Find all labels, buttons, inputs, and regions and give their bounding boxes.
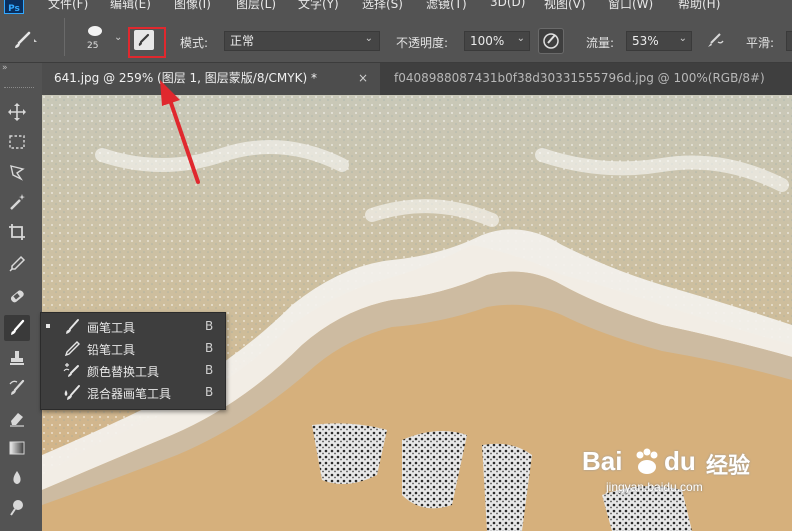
- flow-label: 流量:: [586, 36, 615, 50]
- gradient-tool[interactable]: [4, 435, 30, 461]
- watermark-brand: Bai: [582, 446, 623, 476]
- mode-select[interactable]: 正常 ⌄: [224, 31, 380, 51]
- menu-select[interactable]: 选择(S): [362, 0, 403, 12]
- magic-wand-tool[interactable]: [4, 189, 30, 215]
- brush-tool[interactable]: [4, 315, 30, 341]
- healing-brush-tool[interactable]: [4, 283, 30, 309]
- eraser-tool[interactable]: [4, 405, 30, 431]
- flyout-label: 画笔工具: [87, 321, 136, 335]
- menu-type[interactable]: 文字(Y): [298, 0, 339, 12]
- opacity-input[interactable]: 100% ⌄: [464, 31, 530, 51]
- highlight-box: [128, 27, 166, 58]
- menu-image[interactable]: 图像(I): [174, 0, 211, 12]
- flyout-label: 铅笔工具: [87, 343, 136, 357]
- lasso-tool[interactable]: [4, 159, 30, 185]
- airbrush-icon: [708, 33, 724, 47]
- flyout-label: 颜色替换工具: [87, 365, 160, 379]
- flow-input[interactable]: 53% ⌄: [626, 31, 692, 51]
- opacity-label: 不透明度:: [396, 36, 449, 50]
- collapse-panel-icon[interactable]: »: [2, 63, 7, 73]
- baidu-jingyan-watermark: Bai du 经验 jingyan.baidu.com: [582, 446, 782, 516]
- mode-label: 模式:: [180, 36, 209, 50]
- tools-panel: »: [0, 63, 42, 531]
- smoothing-input[interactable]: [786, 31, 792, 51]
- menu-3d[interactable]: 3D(D): [490, 0, 525, 9]
- opacity-value: 100%: [470, 34, 505, 48]
- smoothing-label: 平滑:: [746, 36, 775, 50]
- flyout-item-brush-tool[interactable]: 画笔工具 B: [41, 316, 225, 338]
- lasso-icon: [10, 165, 25, 181]
- dodge-tool[interactable]: [4, 495, 30, 521]
- flyout-shortcut: B: [205, 385, 214, 399]
- tab-document-inactive[interactable]: f0408988087431b0f38d30331555796d.jpg @ 1…: [382, 63, 792, 95]
- move-tool[interactable]: [4, 99, 30, 125]
- pressure-pen-icon: [543, 33, 559, 49]
- flyout-item-color-replacement-tool[interactable]: 颜色替换工具 B: [41, 360, 225, 382]
- airbrush-toggle[interactable]: [704, 30, 726, 52]
- flow-value: 53%: [632, 34, 659, 48]
- clone-stamp-tool[interactable]: [4, 345, 30, 371]
- history-brush-icon: [9, 379, 25, 395]
- crop-tool[interactable]: [4, 219, 30, 245]
- brush-tip-preview-icon: [88, 26, 102, 36]
- magic-wand-icon: [10, 194, 25, 210]
- menu-filter[interactable]: 滤镜(T): [426, 0, 467, 12]
- blur-tool[interactable]: [4, 465, 30, 491]
- annotation-arrow: [160, 80, 200, 184]
- pressure-opacity-toggle[interactable]: [538, 28, 564, 54]
- dodge-icon: [10, 500, 23, 516]
- tab-label: f0408988087431b0f38d30331555796d.jpg @ 1…: [394, 71, 765, 85]
- menu-layer[interactable]: 图层(L): [236, 0, 276, 12]
- flyout-shortcut: B: [205, 363, 214, 377]
- menu-help[interactable]: 帮助(H): [678, 0, 720, 12]
- bandage-icon: [10, 290, 24, 303]
- marquee-icon: [9, 135, 25, 149]
- watermark-url: jingyan.baidu.com: [606, 480, 703, 494]
- chevron-down-icon: ⌄: [678, 33, 687, 44]
- tab-document-active[interactable]: 641.jpg @ 259% (图层 1, 图层蒙版/8/CMYK) * ×: [42, 63, 380, 95]
- tool-preset-brush-icon[interactable]: [12, 30, 40, 50]
- mixer-brush-icon: [64, 385, 80, 400]
- menu-file[interactable]: 文件(F): [48, 0, 88, 12]
- mode-value: 正常: [230, 34, 255, 48]
- menu-window[interactable]: 窗口(W): [608, 0, 653, 12]
- brush-size-value: 25: [87, 41, 99, 51]
- move-icon: [8, 103, 26, 121]
- watermark-brand-suffix: du: [664, 446, 696, 476]
- marquee-tool[interactable]: [4, 129, 30, 155]
- menu-view[interactable]: 视图(V): [544, 0, 586, 12]
- chevron-down-icon: ⌄: [364, 33, 373, 44]
- eyedropper-tool[interactable]: [4, 251, 30, 277]
- photoshop-logo: Ps: [4, 0, 24, 14]
- separator: [64, 18, 65, 56]
- flyout-item-mixer-brush-tool[interactable]: 混合器画笔工具 B: [41, 382, 225, 404]
- brush-icon: [66, 319, 79, 334]
- crop-icon: [9, 224, 25, 240]
- eyedropper-icon: [9, 255, 26, 272]
- brush-preset-picker[interactable]: 25 ⌄: [78, 20, 124, 56]
- baidu-paw-icon: [632, 448, 662, 476]
- gradient-icon: [9, 441, 25, 455]
- watermark-name: 经验: [706, 454, 751, 479]
- toolbar-grip: [4, 87, 34, 90]
- history-brush-tool[interactable]: [4, 375, 30, 401]
- close-icon[interactable]: ×: [358, 63, 368, 93]
- selected-bullet-icon: [46, 324, 50, 328]
- menu-bar: Ps 文件(F) 编辑(E) 图像(I) 图层(L) 文字(Y) 选择(S) 滤…: [0, 0, 792, 14]
- flyout-item-pencil-tool[interactable]: 铅笔工具 B: [41, 338, 225, 360]
- chevron-down-icon: ⌄: [114, 32, 123, 43]
- options-bar: 25 ⌄ 模式: 正常 ⌄ 不透明度: 100% ⌄ 流量: 53% ⌄ 平滑:: [0, 14, 792, 63]
- flyout-shortcut: B: [205, 319, 214, 333]
- eraser-icon: [10, 413, 24, 427]
- chevron-down-icon: ⌄: [516, 33, 525, 44]
- blur-drop-icon: [13, 471, 21, 484]
- color-replace-icon: [63, 363, 79, 377]
- pencil-icon: [64, 341, 80, 357]
- menu-edit[interactable]: 编辑(E): [110, 0, 151, 12]
- brush-icon: [11, 319, 25, 335]
- brush-tool-flyout: 画笔工具 B 铅笔工具 B 颜色替换工具 B 混合器画笔工具 B: [40, 312, 226, 410]
- flyout-shortcut: B: [205, 341, 214, 355]
- stamp-icon: [10, 351, 24, 365]
- flyout-label: 混合器画笔工具: [87, 387, 172, 401]
